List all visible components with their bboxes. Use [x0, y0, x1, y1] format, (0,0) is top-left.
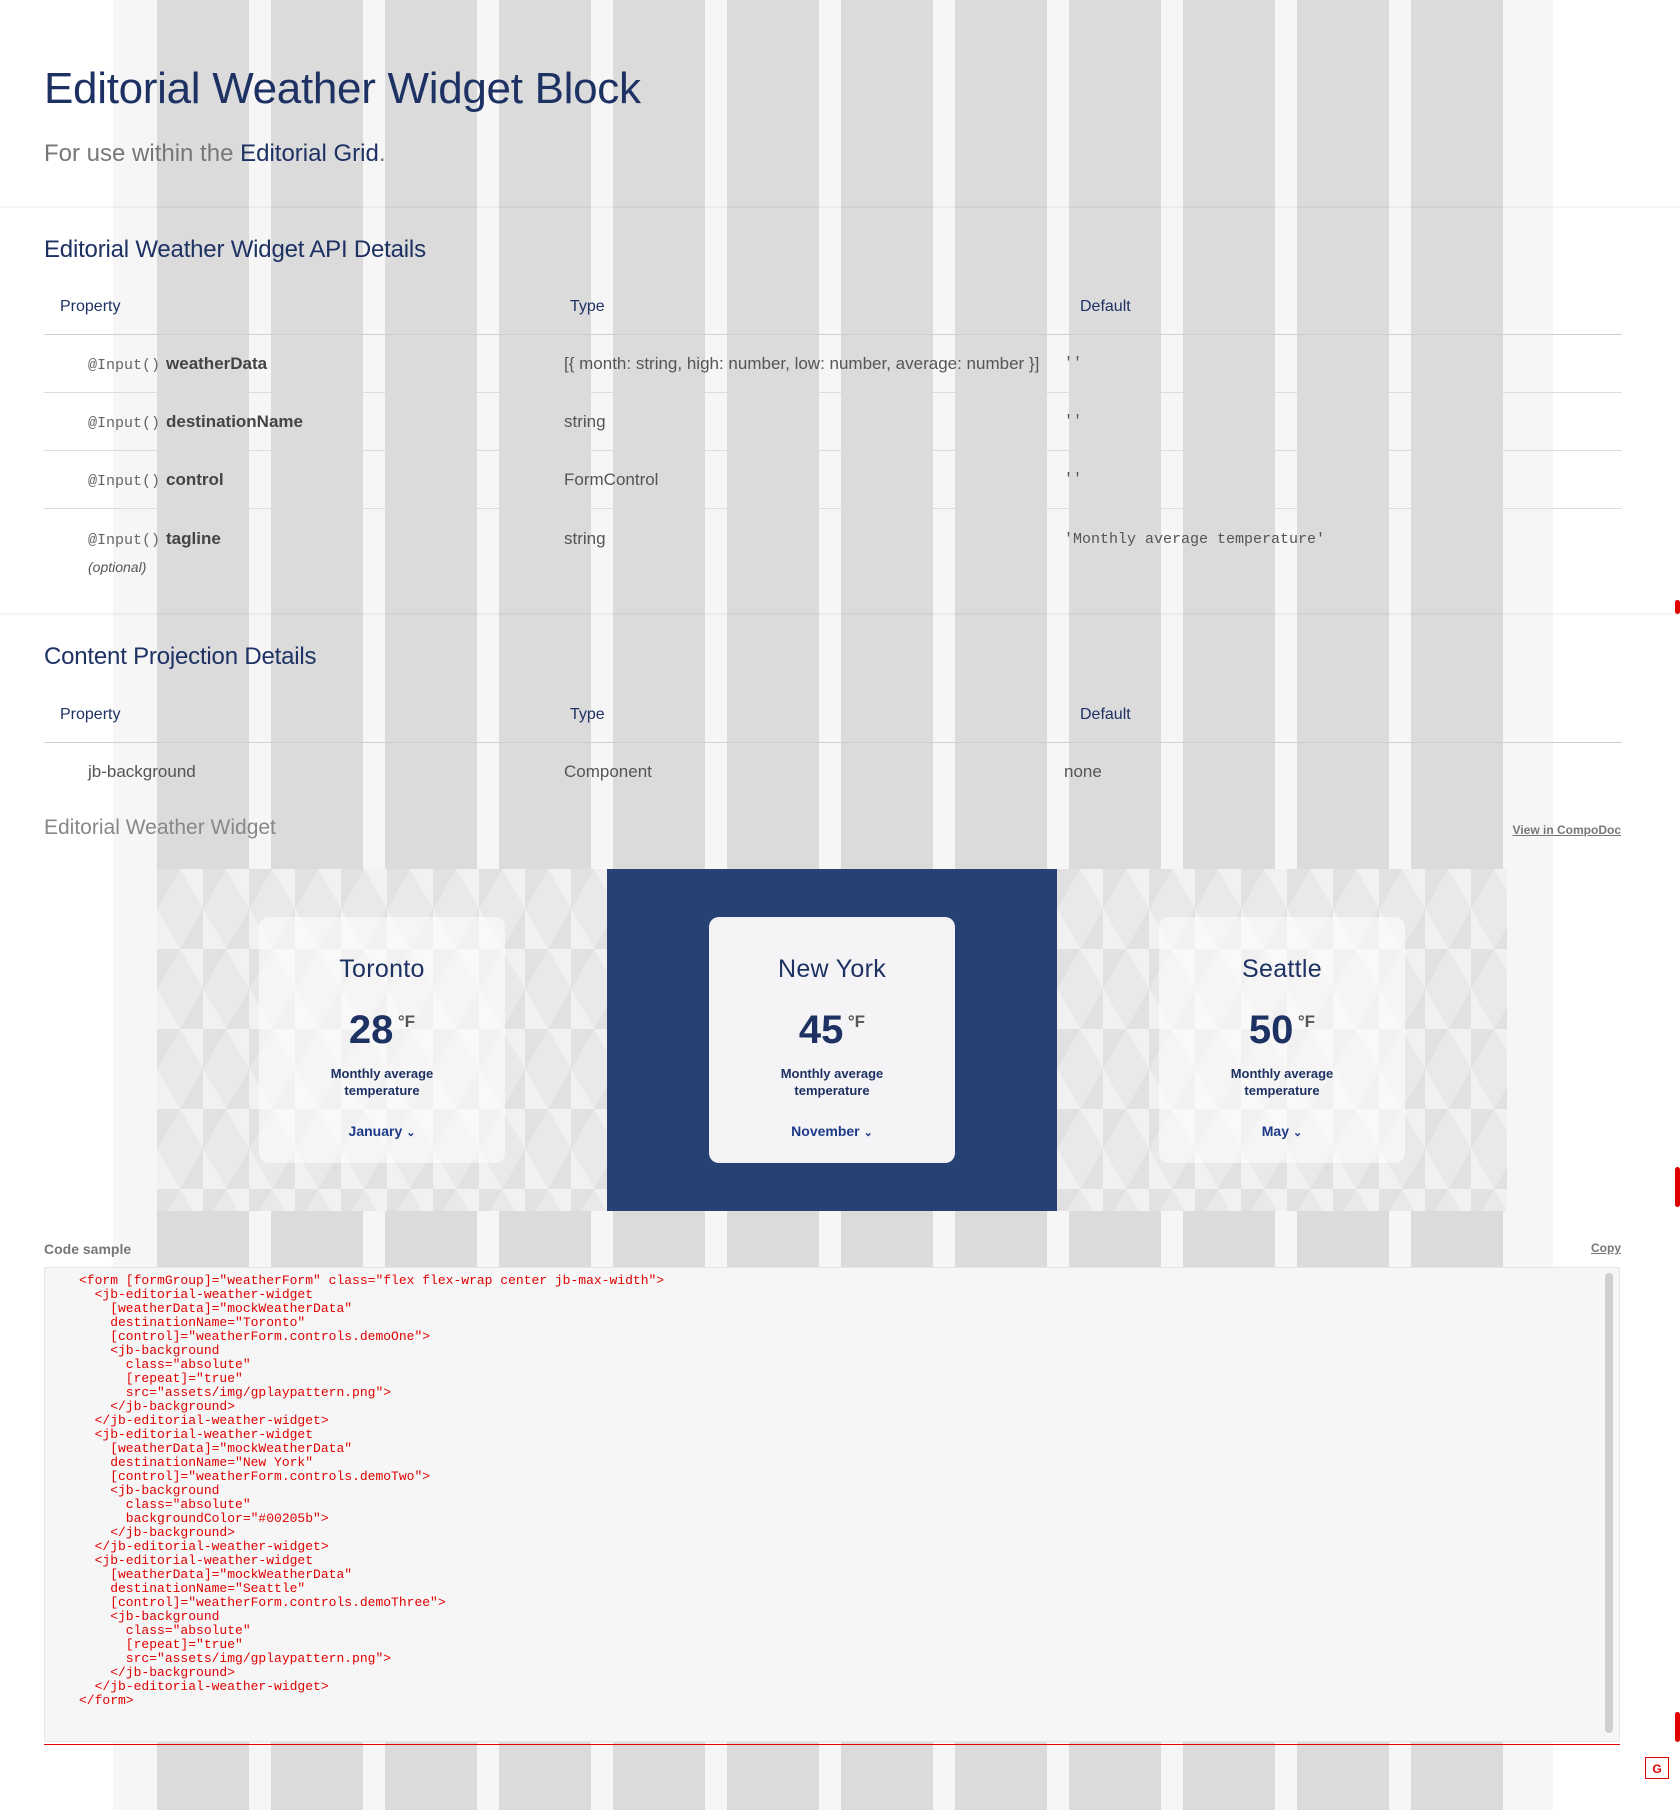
demo-title: Editorial Weather Widget	[44, 816, 276, 839]
column-header-type: Type	[554, 280, 1064, 335]
type-cell: string	[554, 392, 1064, 451]
temperature-unit: °F	[847, 1012, 866, 1031]
weather-widget-seattle: Seattle 50 °F Monthly average temperatur…	[1057, 869, 1507, 1211]
column-header-property: Property	[44, 688, 554, 743]
projection-section-title: Content Projection Details	[44, 643, 317, 670]
default-cell: 'Monthly average temperature'	[1064, 531, 1326, 548]
temperature-value: 28	[348, 1008, 394, 1052]
tagline: Monthly average temperature	[330, 1066, 434, 1098]
type-cell: Component	[564, 761, 652, 781]
property-name: control	[166, 469, 224, 489]
projection-table-header: Property Type Default	[44, 688, 1622, 743]
city-name: Seattle	[1242, 955, 1322, 983]
temperature-row: 28 °F	[259, 1008, 505, 1053]
default-cell: ''	[1064, 334, 1622, 393]
temperature-value: 50	[1248, 1008, 1294, 1052]
weather-card: Seattle 50 °F Monthly average temperatur…	[1159, 917, 1405, 1163]
editorial-grid-link[interactable]: Editorial Grid	[240, 140, 379, 167]
api-section-title: Editorial Weather Widget API Details	[44, 236, 426, 263]
column-header-property: Property	[44, 280, 554, 335]
chevron-down-icon: ⌄	[1293, 1127, 1303, 1139]
section-divider	[0, 206, 1680, 208]
month-label: January	[348, 1123, 403, 1139]
month-select[interactable]: November ⌄	[709, 1123, 955, 1139]
page-title: Editorial Weather Widget Block	[44, 64, 641, 113]
property-cell: jb-background	[88, 761, 196, 781]
table-row: @Input() destinationName string ''	[44, 392, 1622, 451]
property-name: weatherData	[166, 353, 268, 373]
temperature-row: 45 °F	[709, 1008, 955, 1053]
decorator: @Input()	[88, 414, 161, 432]
subtitle-prefix: For use within the	[44, 140, 241, 167]
tagline: Monthly average temperature	[1230, 1066, 1334, 1098]
subtitle-suffix: .	[378, 140, 386, 167]
property-name: destinationName	[166, 411, 303, 431]
api-table: Property Type Default @Input() weatherDat…	[44, 280, 1622, 639]
code-sample-label: Code sample	[44, 1241, 132, 1257]
optional-label: (optional)	[88, 559, 147, 575]
code-bottom-rule	[44, 1744, 1620, 1745]
chevron-down-icon: ⌄	[863, 1127, 873, 1139]
copy-button[interactable]: Copy	[1591, 1241, 1621, 1255]
decorator: @Input()	[88, 472, 161, 490]
column-header-default: Default	[1064, 280, 1622, 335]
weather-widget-new-york: New York 45 °F Monthly average temperatu…	[607, 869, 1057, 1211]
scroll-marker	[1675, 1167, 1680, 1207]
property-cell: @Input() destinationName	[44, 392, 554, 451]
temperature-unit: °F	[397, 1012, 416, 1031]
default-cell: ''	[1064, 450, 1622, 509]
weather-card: New York 45 °F Monthly average temperatu…	[709, 917, 955, 1163]
temperature-value: 45	[798, 1008, 844, 1052]
page-subtitle: For use within the Editorial Grid.	[44, 140, 385, 168]
scroll-marker	[1675, 1712, 1680, 1742]
table-row: @Input() control FormControl ''	[44, 450, 1622, 509]
weather-widget-toronto: Toronto 28 °F Monthly average temperatur…	[157, 869, 607, 1211]
month-label: May	[1261, 1123, 1289, 1139]
table-row: jb-background Component none	[44, 743, 1622, 801]
g-badge[interactable]: G	[1645, 1757, 1669, 1779]
type-cell: [{ month: string, high: number, low: num…	[554, 334, 1064, 393]
api-table-header: Property Type Default	[44, 280, 1622, 335]
code-scrollbar[interactable]	[1605, 1273, 1613, 1733]
view-in-compodoc-link[interactable]: View in CompoDoc	[1513, 823, 1621, 837]
property-cell: @Input() tagline (optional)	[44, 509, 554, 640]
default-cell: none	[1064, 761, 1102, 781]
month-select[interactable]: January ⌄	[259, 1123, 505, 1139]
property-cell: @Input() control	[44, 450, 554, 509]
type-cell: FormControl	[554, 450, 1064, 509]
column-header-type: Type	[554, 688, 1064, 743]
chevron-down-icon: ⌄	[406, 1127, 416, 1139]
property-name: tagline	[166, 529, 221, 548]
property-cell: @Input() weatherData	[44, 334, 554, 393]
code-sample-box[interactable]: <form [formGroup]="weatherForm" class="f…	[44, 1267, 1620, 1742]
table-row: @Input() weatherData [{ month: string, hi…	[44, 334, 1622, 393]
default-cell: ''	[1064, 392, 1622, 451]
decorator: @Input()	[88, 356, 161, 374]
temperature-unit: °F	[1297, 1012, 1316, 1031]
weather-widget-row: Toronto 28 °F Monthly average temperatur…	[157, 869, 1507, 1211]
column-header-default: Default	[1064, 688, 1622, 743]
tagline: Monthly average temperature	[780, 1066, 884, 1098]
temperature-row: 50 °F	[1159, 1008, 1405, 1053]
section-divider	[0, 613, 1680, 615]
city-name: New York	[777, 955, 886, 983]
city-name: Toronto	[339, 955, 425, 983]
projection-table: Property Type Default jb-background Comp…	[44, 688, 1622, 800]
code-sample-text: <form [formGroup]="weatherForm" class="f…	[79, 1273, 665, 1708]
weather-card: Toronto 28 °F Monthly average temperatur…	[259, 917, 505, 1163]
month-label: November	[791, 1123, 860, 1139]
scroll-marker	[1675, 600, 1680, 614]
type-cell: string	[564, 529, 606, 548]
table-row: @Input() tagline (optional) string 'Monthl…	[44, 509, 1622, 640]
decorator: @Input()	[88, 532, 161, 549]
month-select[interactable]: May ⌄	[1159, 1123, 1405, 1139]
